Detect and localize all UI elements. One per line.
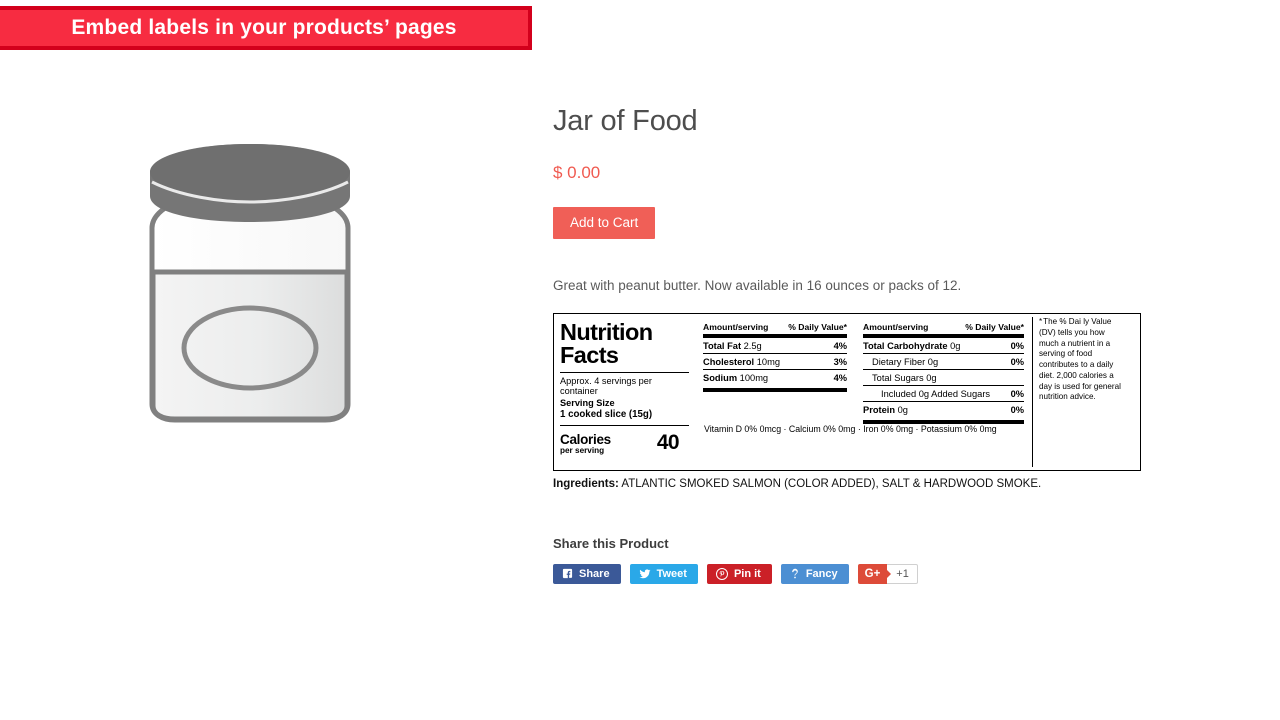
nutrient-daily-value: 0% [1010,404,1024,415]
nutrition-column-1-rows: Total Fat 2.5g 4% Cholesterol 10mg 3% Sodium… [703,338,847,385]
nutrition-title-line1: Nutrition [560,319,653,346]
nutrition-left-panel: Nutrition Facts Approx. 4 servings per c… [560,317,695,467]
nutrition-facts-label: Nutrition Facts Approx. 4 servings per c… [553,313,1141,472]
fancy-icon [792,568,798,579]
col2-amount-header: Amount/serving [863,322,929,333]
nutrition-column-1: Amount/serving % Daily Value* Total Fat … [695,317,855,467]
nutrition-column-2-rows: Total Carbohydrate 0g 0% Dietary Fiber 0g 0… [863,338,1024,417]
nutrient-name: Total Sugars 0g [872,372,937,383]
share-googleplus-label: G+ [857,563,888,584]
nutrient-daily-value: 4% [833,340,847,351]
serving-size-label: Serving Size [560,398,615,409]
product-image[interactable] [120,120,380,440]
share-facebook-label: Share [579,567,610,580]
calories-label: Calories [560,432,611,448]
jar-of-food-icon [149,144,351,423]
col1-amount-header: Amount/serving [703,322,769,333]
nutrition-bar-bottom [703,388,847,393]
nutrient-name: Protein 0g [863,404,908,415]
nutrient-row: Total Fat 2.5g 4% [703,338,847,353]
serving-size-value: 1 cooked slice (15g) [560,409,653,421]
product-price: $ 0.00 [553,162,601,182]
footnote-text: The % Dai ly Value (DV) tells you how mu… [1039,317,1121,402]
nutrient-name: Dietary Fiber 0g [872,356,939,367]
nutrient-name: Cholesterol 10mg [703,356,780,367]
nutrition-rule-2 [560,424,689,426]
col2-dv-header: % Daily Value* [965,322,1024,333]
nutrient-name: Sodium 100mg [703,372,769,383]
nutrient-daily-value: 0% [1010,388,1024,399]
product-details: Jar of Food $ 0.00 Add to Cart Great wit… [553,104,1153,584]
ingredients-line: Ingredients: ATLANTIC SMOKED SALMON (COL… [553,477,1141,492]
nutrition-rule [560,371,689,373]
nutrient-row: Included 0g Added Sugars 0% [863,386,1024,401]
nutrient-name: Included 0g Added Sugars [881,388,991,399]
col1-dv-header: % Daily Value* [788,322,847,333]
share-buttons-row: Share Tweet Pin it Fancy G+ +1 [553,563,1153,584]
nutrition-facts-panel: Nutrition Facts Approx. 4 servings per c… [553,313,1141,492]
share-googleplus-button[interactable]: G+ +1 [857,563,918,584]
share-twitter-button[interactable]: Tweet [629,563,698,584]
pinterest-icon [715,567,728,580]
calories-sublabel: per serving [560,445,605,455]
nutrient-row: Protein 0g 0% [863,402,1024,417]
nutrition-column-2-header: Amount/serving % Daily Value* [863,317,1024,332]
share-googleplus-count: +1 [887,563,918,584]
nutrition-column-2: Amount/serving % Daily Value* Total Carb… [855,317,1032,467]
share-fancy-button[interactable]: Fancy [780,563,849,584]
nutrient-name: Total Fat 2.5g [703,340,762,351]
share-pinterest-label: Pin it [733,567,761,580]
ingredients-value: ATLANTIC SMOKED SALMON (COLOR ADDED), SA… [621,478,1042,491]
nutrition-title-line2: Facts [560,342,619,369]
footnote-star: * [1039,317,1043,327]
nutrient-daily-value: 4% [833,372,847,383]
calories-row: Calories per serving 40 [560,431,689,455]
nutrient-daily-value: 0% [1010,340,1024,351]
product-title: Jar of Food [553,105,698,137]
nutrition-title: Nutrition Facts [560,319,689,369]
nutrient-row: Sodium 100mg 4% [703,370,847,385]
nutrient-row: Dietary Fiber 0g 0% [863,354,1024,369]
product-description: Great with peanut butter. Now available … [553,277,962,293]
nutrient-daily-value: 0% [1010,356,1024,367]
twitter-icon [639,569,651,579]
annotation-banner-text: Embed labels in your products’ pages [71,16,457,39]
nutrition-column-1-header: Amount/serving % Daily Value* [703,317,847,332]
calories-value: 40 [656,430,680,454]
share-pinterest-button[interactable]: Pin it [706,563,772,584]
share-facebook-button[interactable]: Share [553,563,621,584]
nutrient-row: Cholesterol 10mg 3% [703,354,847,369]
nutrition-vitamins-line: Vitamin D 0% 0mcg · Calcium 0% 0mg · Iro… [704,424,997,435]
nutrient-name: Total Carbohydrate 0g [863,340,961,351]
ingredients-label: Ingredients: [553,478,619,491]
nutrient-row: Total Carbohydrate 0g 0% [863,338,1024,353]
nutrition-footnote: *The % Dai ly Value (DV) tells you how m… [1032,317,1124,468]
nutrient-row: Total Sugars 0g [863,370,1024,385]
product-page: Embed labels in your products’ pages Jar… [0,0,1280,720]
share-heading: Share this Product [553,535,669,551]
add-to-cart-button[interactable]: Add to Cart [553,206,656,239]
nutrient-daily-value: 3% [833,356,847,367]
servings-per-container: Approx. 4 servings per container [560,375,652,397]
annotation-banner: Embed labels in your products’ pages [0,6,532,50]
share-fancy-label: Fancy [805,567,838,580]
share-twitter-label: Tweet [656,567,687,580]
facebook-icon [562,569,573,579]
